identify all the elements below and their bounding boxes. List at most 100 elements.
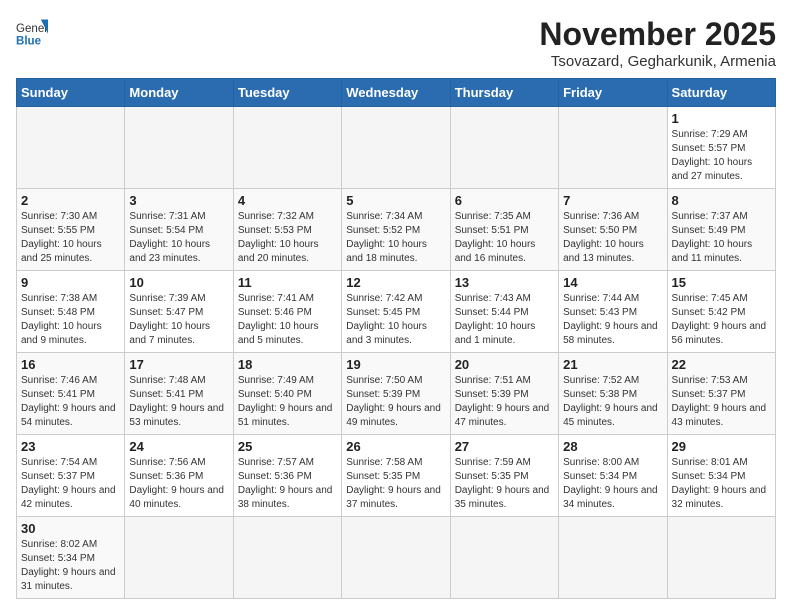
calendar-week-row: 23 Sunrise: 7:54 AM Sunset: 5:37 PM Dayli…	[17, 435, 776, 517]
calendar-cell: 24 Sunrise: 7:56 AM Sunset: 5:36 PM Dayli…	[125, 435, 233, 517]
calendar-cell: 6 Sunrise: 7:35 AM Sunset: 5:51 PM Daylig…	[450, 189, 558, 271]
day-number: 28	[563, 439, 662, 454]
day-number: 29	[672, 439, 771, 454]
day-number: 3	[129, 193, 228, 208]
calendar-cell	[559, 517, 667, 599]
day-number: 25	[238, 439, 337, 454]
day-info: Sunrise: 7:43 AM Sunset: 5:44 PM Dayligh…	[455, 292, 554, 348]
calendar-cell: 1 Sunrise: 7:29 AM Sunset: 5:57 PM Daylig…	[667, 107, 775, 189]
calendar-cell: 9Sunrise: 7:38 AM Sunset: 5:48 PM Daylig…	[17, 271, 125, 353]
calendar-cell: 19 Sunrise: 7:50 AM Sunset: 5:39 PM Dayli…	[342, 353, 450, 435]
title-block: November 2025 Tsovazard, Gegharkunik, Ar…	[539, 16, 776, 70]
day-info: Sunrise: 7:45 AM Sunset: 5:42 PM Dayligh…	[672, 292, 771, 348]
weekday-header-monday: Monday	[125, 79, 233, 107]
generalblue-logo-icon: General Blue	[16, 16, 48, 48]
calendar-cell: 18Sunrise: 7:49 AM Sunset: 5:40 PM Dayli…	[233, 353, 341, 435]
day-number: 12	[346, 275, 445, 290]
day-info: Sunrise: 7:29 AM Sunset: 5:57 PM Dayligh…	[672, 128, 771, 184]
day-number: 5	[346, 193, 445, 208]
weekday-header-saturday: Saturday	[667, 79, 775, 107]
calendar-cell	[125, 517, 233, 599]
day-number: 8	[672, 193, 771, 208]
calendar-cell	[559, 107, 667, 189]
calendar-cell: 12 Sunrise: 7:42 AM Sunset: 5:45 PM Dayli…	[342, 271, 450, 353]
calendar-cell: 29 Sunrise: 8:01 AM Sunset: 5:34 PM Dayli…	[667, 435, 775, 517]
calendar-week-row: 1 Sunrise: 7:29 AM Sunset: 5:57 PM Daylig…	[17, 107, 776, 189]
day-number: 27	[455, 439, 554, 454]
day-number: 2	[21, 193, 120, 208]
calendar-cell: 4Sunrise: 7:32 AM Sunset: 5:53 PM Daylig…	[233, 189, 341, 271]
calendar-cell	[17, 107, 125, 189]
calendar-cell: 28 Sunrise: 8:00 AM Sunset: 5:34 PM Dayli…	[559, 435, 667, 517]
calendar-cell	[450, 517, 558, 599]
day-info: Sunrise: 7:37 AM Sunset: 5:49 PM Dayligh…	[672, 210, 771, 266]
day-info: Sunrise: 7:56 AM Sunset: 5:36 PM Dayligh…	[129, 456, 228, 512]
calendar-cell	[125, 107, 233, 189]
calendar-cell: 27Sunrise: 7:59 AM Sunset: 5:35 PM Dayli…	[450, 435, 558, 517]
weekday-header-tuesday: Tuesday	[233, 79, 341, 107]
weekday-header-row: SundayMondayTuesdayWednesdayThursdayFrid…	[17, 79, 776, 107]
day-number: 13	[455, 275, 554, 290]
calendar-cell: 15 Sunrise: 7:45 AM Sunset: 5:42 PM Dayli…	[667, 271, 775, 353]
day-info: Sunrise: 8:01 AM Sunset: 5:34 PM Dayligh…	[672, 456, 771, 512]
day-number: 1	[672, 111, 771, 126]
weekday-header-thursday: Thursday	[450, 79, 558, 107]
day-info: Sunrise: 7:31 AM Sunset: 5:54 PM Dayligh…	[129, 210, 228, 266]
svg-text:Blue: Blue	[16, 35, 42, 47]
day-number: 30	[21, 521, 120, 536]
calendar-cell: 16Sunrise: 7:46 AM Sunset: 5:41 PM Dayli…	[17, 353, 125, 435]
day-info: Sunrise: 7:34 AM Sunset: 5:52 PM Dayligh…	[346, 210, 445, 266]
calendar-cell: 8 Sunrise: 7:37 AM Sunset: 5:49 PM Daylig…	[667, 189, 775, 271]
day-number: 6	[455, 193, 554, 208]
day-number: 14	[563, 275, 662, 290]
calendar-cell: 23 Sunrise: 7:54 AM Sunset: 5:37 PM Dayli…	[17, 435, 125, 517]
day-number: 7	[563, 193, 662, 208]
calendar-cell	[667, 517, 775, 599]
calendar-cell: 21Sunrise: 7:52 AM Sunset: 5:38 PM Dayli…	[559, 353, 667, 435]
calendar-week-row: 9Sunrise: 7:38 AM Sunset: 5:48 PM Daylig…	[17, 271, 776, 353]
calendar-table: SundayMondayTuesdayWednesdayThursdayFrid…	[16, 78, 776, 599]
calendar-cell	[233, 517, 341, 599]
day-info: Sunrise: 7:52 AM Sunset: 5:38 PM Dayligh…	[563, 374, 662, 430]
day-info: Sunrise: 7:48 AM Sunset: 5:41 PM Dayligh…	[129, 374, 228, 430]
day-number: 20	[455, 357, 554, 372]
day-number: 9	[21, 275, 120, 290]
calendar-week-row: 16Sunrise: 7:46 AM Sunset: 5:41 PM Dayli…	[17, 353, 776, 435]
day-info: Sunrise: 7:54 AM Sunset: 5:37 PM Dayligh…	[21, 456, 120, 512]
day-info: Sunrise: 8:00 AM Sunset: 5:34 PM Dayligh…	[563, 456, 662, 512]
day-number: 24	[129, 439, 228, 454]
logo: General Blue	[16, 16, 48, 48]
day-number: 16	[21, 357, 120, 372]
day-number: 4	[238, 193, 337, 208]
page-header: General Blue November 2025 Tsovazard, Ge…	[16, 16, 776, 70]
day-info: Sunrise: 7:44 AM Sunset: 5:43 PM Dayligh…	[563, 292, 662, 348]
weekday-header-friday: Friday	[559, 79, 667, 107]
day-info: Sunrise: 7:51 AM Sunset: 5:39 PM Dayligh…	[455, 374, 554, 430]
calendar-cell: 25Sunrise: 7:57 AM Sunset: 5:36 PM Dayli…	[233, 435, 341, 517]
weekday-header-sunday: Sunday	[17, 79, 125, 107]
calendar-cell: 13 Sunrise: 7:43 AM Sunset: 5:44 PM Dayli…	[450, 271, 558, 353]
day-info: Sunrise: 7:58 AM Sunset: 5:35 PM Dayligh…	[346, 456, 445, 512]
day-number: 22	[672, 357, 771, 372]
day-info: Sunrise: 7:53 AM Sunset: 5:37 PM Dayligh…	[672, 374, 771, 430]
day-number: 23	[21, 439, 120, 454]
day-number: 19	[346, 357, 445, 372]
calendar-cell	[342, 107, 450, 189]
calendar-cell	[342, 517, 450, 599]
day-info: Sunrise: 8:02 AM Sunset: 5:34 PM Dayligh…	[21, 538, 120, 594]
calendar-cell: 26 Sunrise: 7:58 AM Sunset: 5:35 PM Dayli…	[342, 435, 450, 517]
calendar-cell: 7Sunrise: 7:36 AM Sunset: 5:50 PM Daylig…	[559, 189, 667, 271]
calendar-cell: 11Sunrise: 7:41 AM Sunset: 5:46 PM Dayli…	[233, 271, 341, 353]
day-info: Sunrise: 7:50 AM Sunset: 5:39 PM Dayligh…	[346, 374, 445, 430]
month-title: November 2025	[539, 16, 776, 53]
day-number: 15	[672, 275, 771, 290]
location-label: Tsovazard, Gegharkunik, Armenia	[539, 53, 776, 70]
calendar-cell: 22 Sunrise: 7:53 AM Sunset: 5:37 PM Dayli…	[667, 353, 775, 435]
weekday-header-wednesday: Wednesday	[342, 79, 450, 107]
calendar-cell: 17Sunrise: 7:48 AM Sunset: 5:41 PM Dayli…	[125, 353, 233, 435]
day-info: Sunrise: 7:30 AM Sunset: 5:55 PM Dayligh…	[21, 210, 120, 266]
day-info: Sunrise: 7:42 AM Sunset: 5:45 PM Dayligh…	[346, 292, 445, 348]
day-number: 26	[346, 439, 445, 454]
day-info: Sunrise: 7:35 AM Sunset: 5:51 PM Dayligh…	[455, 210, 554, 266]
calendar-cell	[450, 107, 558, 189]
